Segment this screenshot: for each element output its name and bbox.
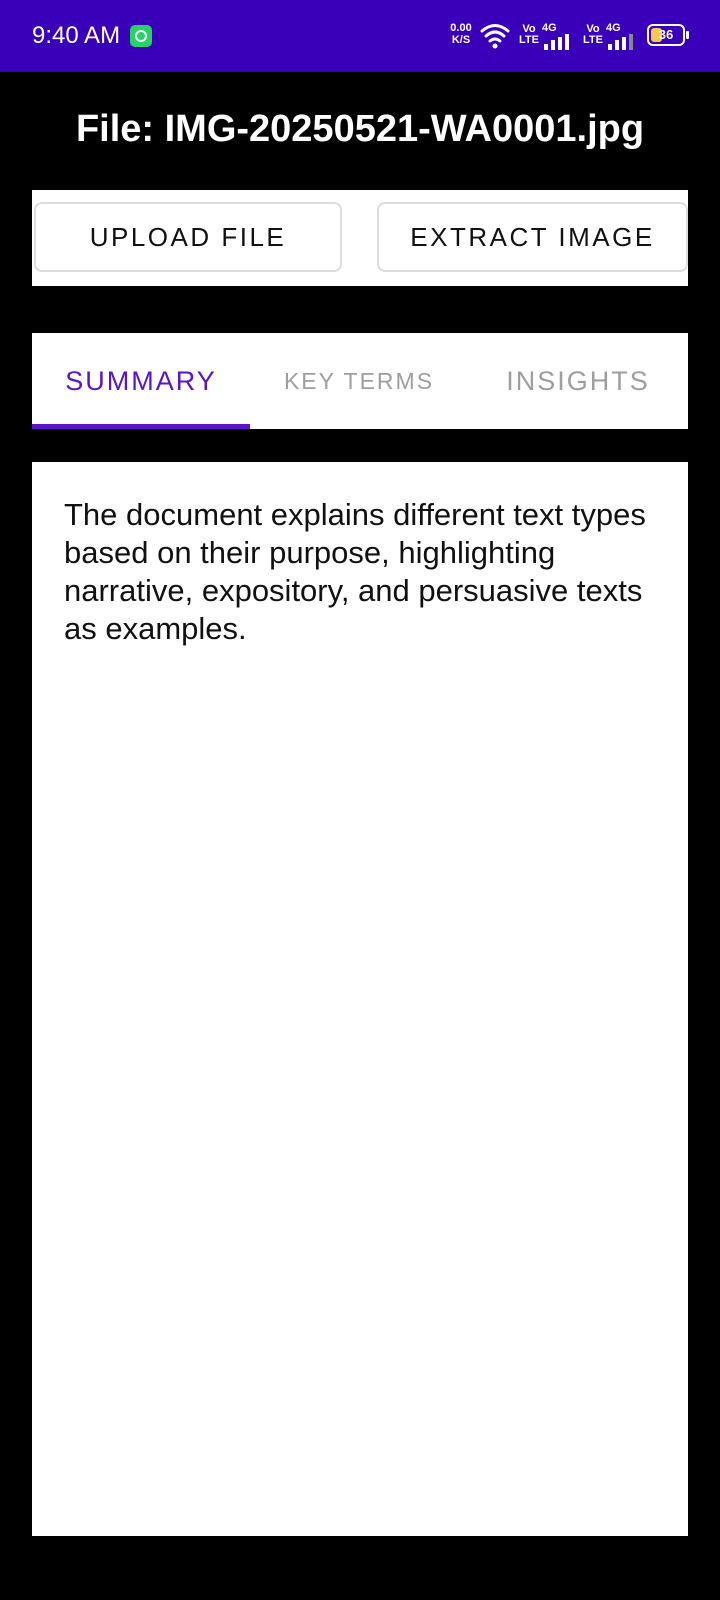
summary-panel: The document explains different text typ…: [32, 462, 688, 1536]
battery-level: 36: [658, 27, 674, 42]
battery-icon: 36: [647, 24, 685, 46]
tab-key-terms[interactable]: KEY TERMS: [250, 333, 468, 429]
tab-summary[interactable]: SUMMARY: [32, 333, 250, 429]
tab-selected-indicator: [32, 424, 250, 429]
network-speed-value: 0.00: [450, 22, 472, 34]
status-time: 9:40 AM: [32, 22, 121, 49]
action-panel: UPLOAD FILE EXTRACT IMAGE: [32, 190, 688, 286]
tab-insights[interactable]: INSIGHTS: [468, 333, 688, 429]
sim1-signal: Vo LTE 4G: [518, 22, 574, 50]
file-title: File: IMG-20250521-WA0001.jpg: [75, 108, 645, 150]
summary-text: The document explains different text typ…: [64, 497, 646, 646]
extract-image-button[interactable]: EXTRACT IMAGE: [377, 202, 688, 272]
wifi-icon: [480, 24, 510, 49]
network-speed-unit: K/S: [451, 34, 471, 46]
sim2-network-type: 4G: [606, 22, 621, 34]
signal-icon: [544, 34, 569, 50]
upload-file-button[interactable]: UPLOAD FILE: [34, 202, 342, 272]
sim2-signal: Vo LTE 4G: [582, 22, 638, 50]
status-bar: 9:40 AM 0.00 K/S Vo LTE 4G Vo LTE 4G 36: [0, 0, 720, 72]
sim1-volte: Vo LTE: [519, 23, 539, 46]
sim2-volte: Vo LTE: [583, 23, 603, 46]
tab-bar: SUMMARY KEY TERMS INSIGHTS: [32, 333, 688, 429]
network-speed: 0.00 K/S: [446, 22, 476, 46]
whatsapp-icon: [130, 25, 152, 47]
signal-icon: [608, 34, 633, 50]
battery-tip: [686, 31, 689, 39]
sim1-network-type: 4G: [542, 22, 557, 34]
